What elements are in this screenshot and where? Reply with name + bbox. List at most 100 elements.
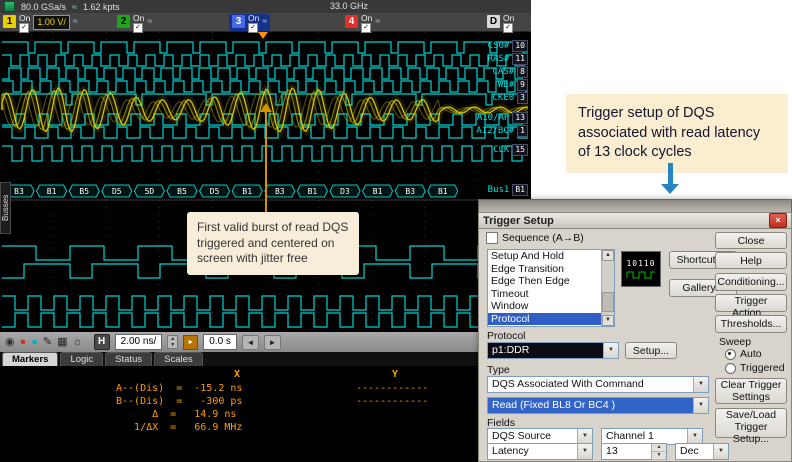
trigger-mode-timeout[interactable]: Timeout	[488, 288, 601, 301]
bus-label: Bus1B1	[488, 184, 528, 196]
signal-label-ras: RAS#11	[488, 53, 528, 65]
help-button[interactable]: Help	[715, 252, 787, 269]
channel-1-coupling-icon: ≈	[73, 16, 78, 26]
signal-label-we: WE#9	[498, 79, 528, 91]
trigger-mode-edge-then-edge[interactable]: Edge Then Edge	[488, 275, 601, 288]
scope-status-bar: 80.0 GSa/s ≈ 1.62 kpts 33.0 GHz	[0, 0, 531, 13]
brightness-icon[interactable]: ☼	[73, 335, 83, 349]
clear-trigger-button[interactable]: Clear Trigger Settings	[715, 378, 787, 404]
channel-2-control[interactable]: 2 On ✓ ≈	[117, 14, 152, 31]
sequence-checkbox[interactable]	[486, 232, 498, 244]
protocol-dropdown[interactable]: p1:DDR ▼	[487, 342, 619, 359]
tab-scales[interactable]: Scales	[154, 352, 203, 366]
latency-dropdown[interactable]: Latency ▼	[487, 443, 593, 460]
annotation-pencil-icon[interactable]: ✎	[43, 335, 52, 349]
svg-text:B1: B1	[308, 187, 318, 196]
svg-text:B3: B3	[405, 187, 415, 196]
channel-1-control[interactable]: 1 On ✓ 1.00 V/ ≈	[3, 14, 78, 31]
save-load-trigger-button[interactable]: Save/Load Trigger Setup...	[715, 408, 787, 438]
probe-icon[interactable]: ◉	[5, 335, 15, 349]
pattern-wave-icon	[626, 270, 656, 280]
channel-d-control[interactable]: D On ✓	[487, 14, 514, 31]
signal-label-clk: CLK15	[493, 144, 528, 156]
annotation-note: Trigger setup of DQS associated with rea…	[566, 94, 788, 173]
latency-down-icon[interactable]: ▼	[652, 452, 666, 460]
sweep-triggered-radio[interactable]: Triggered	[725, 362, 785, 374]
close-button[interactable]: Close	[715, 232, 787, 249]
marker-delta-readout: Δ = 14.9 ns	[116, 409, 236, 420]
latency-dropdown-arrow-icon[interactable]: ▼	[577, 444, 592, 459]
channel-1-scale[interactable]: 1.00 V/	[33, 15, 70, 30]
channel-4-badge[interactable]: 4	[345, 15, 358, 28]
dialog-close-icon[interactable]: ×	[769, 213, 787, 228]
marker-freq-readout: 1/ΔX = 66.9 MHz	[116, 422, 242, 433]
tab-logic[interactable]: Logic	[60, 352, 103, 366]
protocol-dropdown-arrow-icon[interactable]: ▼	[603, 343, 618, 358]
channel-1-badge[interactable]: 1	[3, 15, 16, 28]
trigger-mode-setup-and-hold[interactable]: Setup And Hold	[488, 250, 601, 263]
dialog-titlebar[interactable]: Trigger Setup ×	[478, 212, 792, 229]
type-value: DQS Associated With Command	[492, 378, 644, 390]
svg-text:5D: 5D	[145, 187, 155, 196]
channel-dropdown-arrow-icon[interactable]: ▼	[687, 429, 702, 444]
radix-dropdown[interactable]: Dec ▼	[675, 443, 729, 460]
sequence-checkbox-row[interactable]: Sequence (A→B)	[486, 232, 584, 244]
timebase-value[interactable]: 2.00 ns/	[115, 334, 163, 350]
trigger-mode-protocol[interactable]: Protocol	[488, 313, 601, 326]
pan-right-button[interactable]: ►	[264, 335, 281, 350]
tab-status[interactable]: Status	[105, 352, 152, 366]
svg-text:B1: B1	[438, 187, 448, 196]
waveform-icon: ≈	[72, 2, 77, 12]
horizontal-menu-button[interactable]: H	[94, 334, 110, 350]
delay-value[interactable]: 0.0 s	[203, 334, 237, 350]
scrollbar-thumb[interactable]	[602, 292, 614, 312]
channel-2-badge[interactable]: 2	[117, 15, 130, 28]
latency-up-icon[interactable]: ▲	[652, 444, 666, 452]
grid-icon[interactable]: ▦	[57, 335, 67, 349]
type-dropdown-arrow-icon[interactable]: ▼	[693, 377, 708, 392]
trigger-mode-list[interactable]: Setup And Hold Edge Transition Edge Then…	[487, 249, 615, 327]
pan-left-button[interactable]: ◄	[242, 335, 259, 350]
dqs-source-value: DQS Source	[492, 430, 551, 442]
sweep-auto-label: Auto	[740, 348, 762, 360]
scrollbar-down-icon[interactable]: ▼	[602, 315, 614, 326]
timebase-spinner[interactable]: ▲▼	[167, 335, 178, 349]
channel-3-on-label: On	[248, 14, 259, 22]
trigger-position-icon[interactable]: ►	[183, 335, 198, 350]
channel-3-badge[interactable]: 3	[232, 15, 245, 28]
svg-text:B3: B3	[275, 187, 285, 196]
tab-markers[interactable]: Markers	[2, 352, 58, 366]
channel-d-badge[interactable]: D	[487, 15, 500, 28]
sweep-auto-radio-icon[interactable]	[725, 349, 736, 360]
protocol-setup-button[interactable]: Setup...	[625, 342, 677, 359]
scrollbar-up-icon[interactable]: ▲	[602, 250, 614, 261]
busses-pane-tab[interactable]: Busses	[0, 182, 11, 234]
read-mode-dropdown-arrow-icon[interactable]: ▼	[693, 398, 708, 413]
trigger-mode-edge-transition[interactable]: Edge Transition	[488, 263, 601, 276]
latency-value-spinbox[interactable]: 13 ▲▼	[601, 443, 667, 460]
read-mode-dropdown[interactable]: Read (Fixed BL8 Or BC4 ) ▼	[487, 397, 709, 414]
spinner-down-icon[interactable]: ▼	[168, 342, 177, 348]
list-scrollbar[interactable]: ▲ ▼	[601, 250, 614, 326]
channel-d-on-label: On	[503, 14, 514, 22]
conditioning-button[interactable]: Conditioning...	[715, 273, 787, 291]
marker-a-readout: A--(Dis) = -15.2 ns	[116, 383, 242, 394]
signal-label-cke0: CKE03	[492, 92, 528, 104]
channel-3-control[interactable]: 3 On ✓ ≈	[229, 14, 270, 31]
marker-b-icon[interactable]: ●	[31, 335, 38, 349]
radix-dropdown-arrow-icon[interactable]: ▼	[713, 444, 728, 459]
thresholds-button[interactable]: Thresholds...	[715, 315, 787, 333]
sweep-triggered-radio-icon[interactable]	[725, 363, 736, 374]
annotation-arrow	[661, 163, 679, 194]
latency-value: 13	[606, 445, 618, 457]
svg-text:B1: B1	[242, 187, 252, 196]
marker-a-icon[interactable]: ●	[20, 335, 27, 349]
channel-4-coupling-icon: ≈	[375, 16, 380, 26]
channel-4-control[interactable]: 4 On ✓ ≈	[345, 14, 380, 31]
dqs-source-dropdown-arrow-icon[interactable]: ▼	[577, 429, 592, 444]
marker-y-header: Y	[392, 369, 398, 380]
trigger-mode-window[interactable]: Window	[488, 300, 601, 313]
sweep-auto-radio[interactable]: Auto	[725, 348, 762, 360]
type-dropdown[interactable]: DQS Associated With Command ▼	[487, 376, 709, 393]
trigger-action-button[interactable]: Trigger Action...	[715, 294, 787, 312]
